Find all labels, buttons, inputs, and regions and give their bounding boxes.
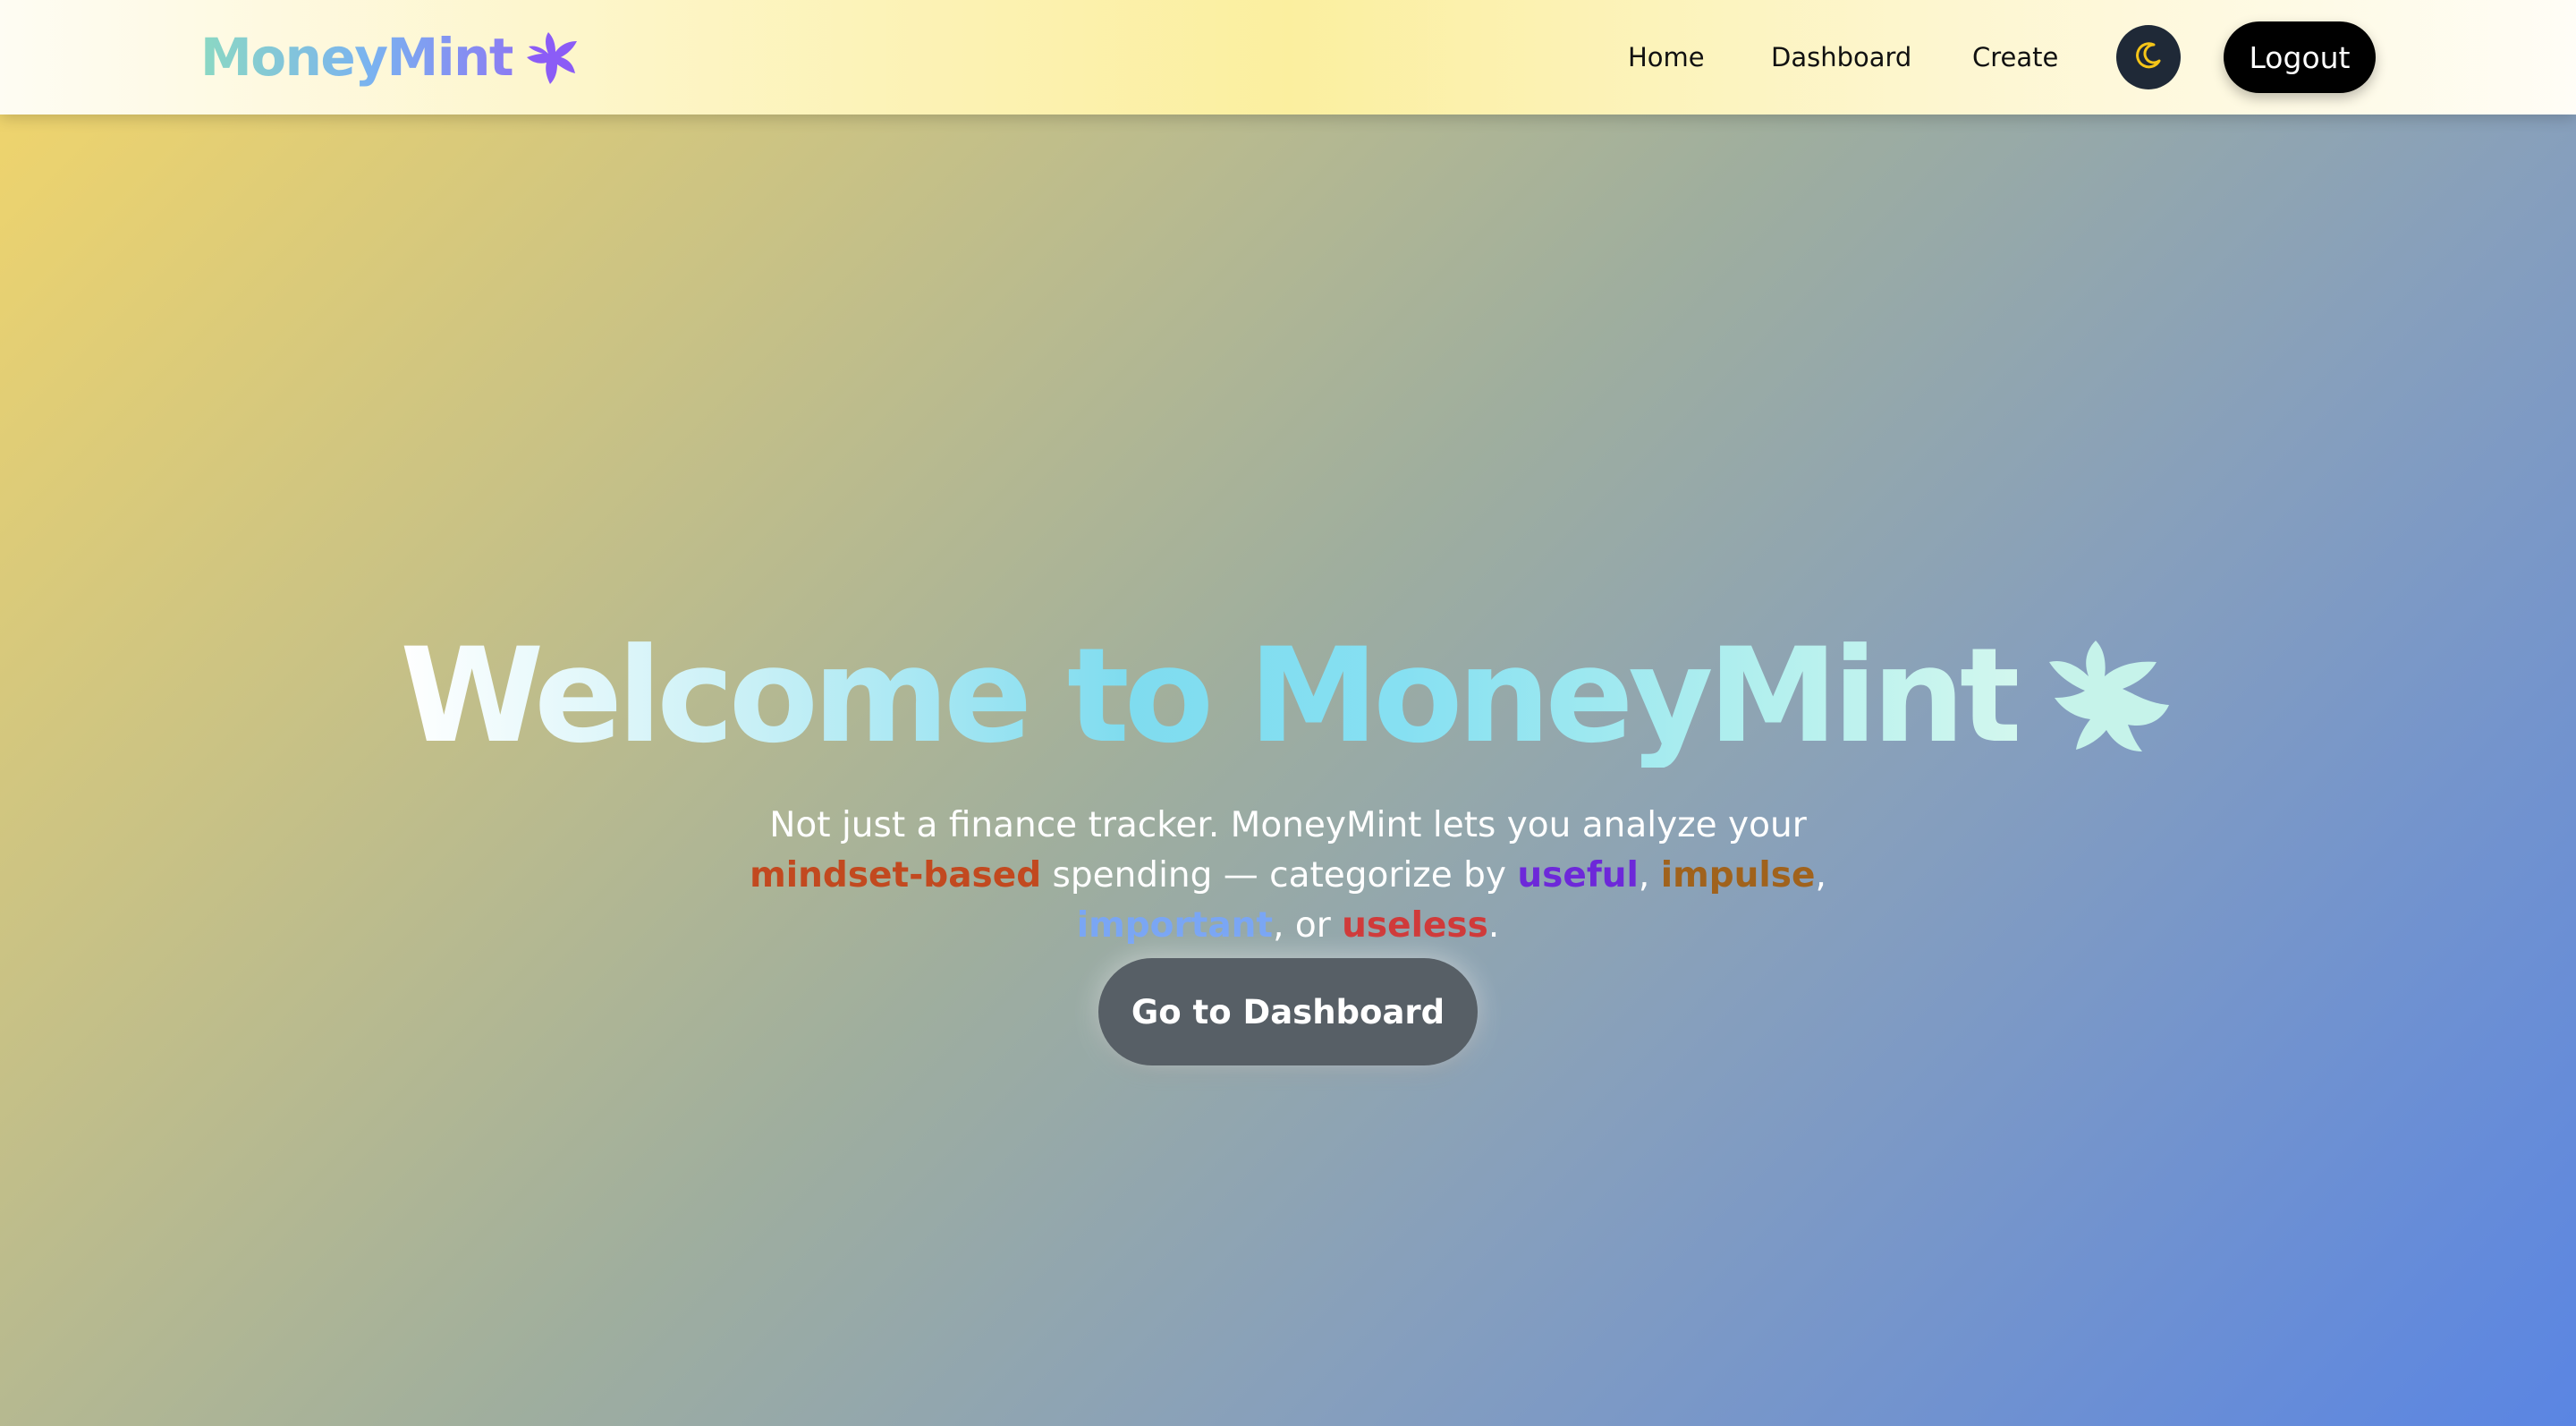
- category-impulse: impulse: [1660, 855, 1816, 895]
- subtitle-text: spending — categorize by: [1041, 855, 1518, 895]
- go-to-dashboard-button[interactable]: Go to Dashboard: [1098, 958, 1478, 1065]
- nav-dashboard-link[interactable]: Dashboard: [1771, 39, 1911, 75]
- separator: ,: [1638, 855, 1661, 895]
- hero-title-text: Welcome to MoneyMint: [400, 620, 2021, 772]
- separator: , or: [1273, 905, 1343, 946]
- hero-title: Welcome to MoneyMint: [0, 624, 2576, 768]
- dove-icon: [2042, 635, 2176, 757]
- category-useful: useful: [1517, 855, 1639, 895]
- brand-logo[interactable]: MoneyMint: [200, 23, 580, 91]
- hero-subtitle: Not just a finance tracker. MoneyMint le…: [680, 801, 1896, 951]
- nav-home-link[interactable]: Home: [1628, 39, 1705, 75]
- brand-name: MoneyMint: [200, 23, 514, 91]
- dove-icon: [523, 29, 580, 86]
- category-important: important: [1076, 905, 1274, 946]
- moon-icon: [2132, 39, 2165, 75]
- category-useless: useless: [1342, 905, 1488, 946]
- nav-create-link[interactable]: Create: [1972, 39, 2058, 75]
- navbar: MoneyMint Home Dashboard Create Logout: [0, 0, 2576, 115]
- theme-toggle-button[interactable]: [2116, 25, 2181, 89]
- mindset-highlight: mindset-based: [750, 855, 1042, 895]
- separator: ,: [1815, 855, 1826, 895]
- subtitle-end: .: [1487, 905, 1500, 946]
- subtitle-text: Not just a finance tracker. MoneyMint le…: [769, 805, 1807, 845]
- logout-button[interactable]: Logout: [2224, 21, 2376, 93]
